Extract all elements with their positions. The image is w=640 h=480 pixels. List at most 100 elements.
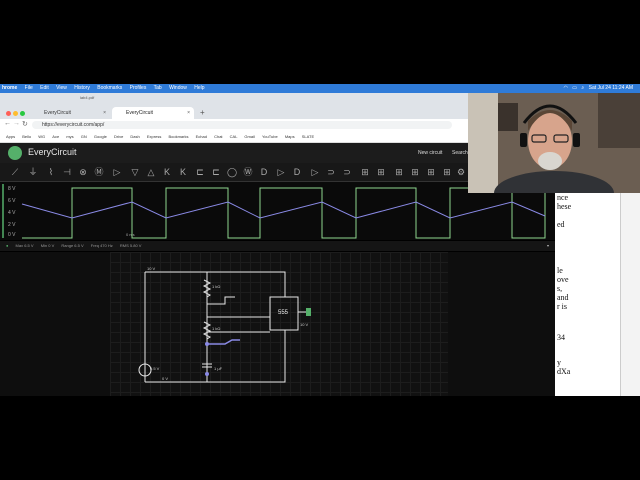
not-gate-tool-icon[interactable]: ▷ bbox=[310, 167, 320, 177]
mosfet-tool-icon[interactable]: ⊏ bbox=[195, 167, 205, 177]
scope-min: Min 0 V bbox=[40, 243, 55, 248]
menu-tab[interactable]: Tab bbox=[154, 85, 162, 91]
bookmark-item[interactable]: Apps bbox=[6, 134, 15, 139]
zoom-window-icon[interactable] bbox=[20, 111, 25, 116]
browser-tab[interactable]: EveryCircuit × bbox=[30, 107, 110, 119]
menu-edit[interactable]: Edit bbox=[40, 85, 49, 91]
bookmark-item[interactable]: Bello bbox=[22, 134, 31, 139]
bookmark-item[interactable]: WG bbox=[38, 134, 45, 139]
menu-profiles[interactable]: Profiles bbox=[130, 85, 147, 91]
clock-tool-icon[interactable]: ◯ bbox=[227, 167, 237, 177]
square-wave-trace bbox=[22, 187, 546, 239]
circuit-canvas[interactable]: 10 V 0 V 1 kΩ 1 kΩ 1 µF 555 10 V 0.5 V bbox=[110, 252, 448, 396]
resistor-tool-icon[interactable]: ⌇ bbox=[46, 167, 56, 177]
battery-tool-icon[interactable]: ⊣ bbox=[62, 167, 72, 177]
menu-help[interactable]: Help bbox=[194, 85, 204, 91]
buffer-tool-icon[interactable]: ▷ bbox=[276, 167, 286, 177]
chip4-tool-icon[interactable]: ⊞ bbox=[442, 167, 452, 177]
bookmark-item[interactable]: Express bbox=[147, 134, 161, 139]
bookmark-item[interactable]: YouTube bbox=[262, 134, 278, 139]
output-voltage-label: 10 V bbox=[300, 322, 309, 327]
bookmark-item[interactable]: Google bbox=[94, 134, 107, 139]
meter-tool-icon[interactable]: Ⓜ bbox=[94, 167, 104, 177]
new-tab-icon[interactable]: + bbox=[200, 107, 205, 119]
wifi-icon[interactable]: ◠ bbox=[564, 85, 568, 91]
menu-history[interactable]: History bbox=[74, 85, 90, 91]
bookmark-item[interactable]: CAL bbox=[230, 134, 238, 139]
transistor-tool-icon[interactable]: K bbox=[162, 167, 172, 177]
bookmark-item[interactable]: mys bbox=[66, 134, 73, 139]
chip-tool-icon[interactable]: ⊞ bbox=[394, 167, 404, 177]
canvas-margin-left bbox=[0, 252, 110, 396]
node-marker bbox=[205, 372, 209, 376]
and-gate-tool-icon[interactable]: D bbox=[292, 167, 302, 177]
or-gate-tool-icon[interactable]: ⊃ bbox=[326, 167, 336, 177]
browser-tab-active[interactable]: EveryCircuit × bbox=[112, 107, 194, 119]
wire-tool-icon[interactable]: ⟋ bbox=[10, 167, 20, 177]
close-tab-icon[interactable]: × bbox=[187, 107, 190, 119]
bookmark-item[interactable]: Gmail bbox=[244, 134, 254, 139]
menu-file[interactable]: File bbox=[25, 85, 33, 91]
menu-app-name[interactable]: hrome bbox=[2, 85, 17, 91]
counter-tool-icon[interactable]: ⊞ bbox=[376, 167, 386, 177]
doc-text: ed bbox=[557, 220, 565, 229]
close-tab-icon[interactable]: × bbox=[103, 107, 106, 119]
menu-window[interactable]: Window bbox=[169, 85, 187, 91]
tab-label: EveryCircuit bbox=[126, 110, 153, 116]
ic-label: 555 bbox=[278, 310, 289, 316]
mosfet2-tool-icon[interactable]: ⊏ bbox=[211, 167, 221, 177]
close-window-icon[interactable] bbox=[6, 111, 11, 116]
battery-icon[interactable]: ▭ bbox=[572, 85, 577, 91]
chip2-tool-icon[interactable]: ⊞ bbox=[410, 167, 420, 177]
triangle-wave-trace bbox=[21, 201, 546, 219]
status-dot-icon: ● bbox=[6, 243, 9, 248]
search-button[interactable]: Search bbox=[452, 150, 468, 156]
source-tool-icon[interactable]: ⊗ bbox=[78, 167, 88, 177]
app-title[interactable]: EveryCircuit bbox=[28, 147, 77, 157]
triangle-tool-icon[interactable]: △ bbox=[146, 167, 156, 177]
bookmark-item[interactable]: SLATE bbox=[302, 134, 314, 139]
url-input[interactable]: https://everycircuit.com/app/ bbox=[32, 121, 452, 129]
flipflop-tool-icon[interactable]: ⊞ bbox=[360, 167, 370, 177]
pdf-scrollbar[interactable] bbox=[620, 193, 640, 396]
new-circuit-button[interactable]: New circuit bbox=[418, 150, 442, 156]
led-tool-icon[interactable]: ▽ bbox=[130, 167, 140, 177]
gear-icon[interactable]: ⚙ bbox=[456, 167, 466, 177]
ac-source-tool-icon[interactable]: Ⓦ bbox=[243, 167, 253, 177]
bookmark-item[interactable]: Bookmarks bbox=[168, 134, 188, 139]
collapse-chevron-icon[interactable]: ▾ bbox=[547, 241, 549, 251]
doc-text: ove bbox=[557, 275, 569, 284]
window-title: lab4.pdf bbox=[80, 95, 95, 100]
bookmark-item[interactable]: Dash bbox=[130, 134, 139, 139]
ground-tool-icon[interactable]: ⏚ bbox=[28, 167, 38, 177]
bookmark-item[interactable]: Maps bbox=[285, 134, 295, 139]
app-header: EveryCircuit New circuit Search bbox=[0, 143, 468, 163]
bookmark-item[interactable]: Echad bbox=[196, 134, 207, 139]
ground-rail bbox=[145, 330, 286, 383]
menu-bookmarks[interactable]: Bookmarks bbox=[97, 85, 122, 91]
bookmark-item[interactable]: GN bbox=[81, 134, 87, 139]
d-gate-tool-icon[interactable]: D bbox=[259, 167, 269, 177]
menubar-clock[interactable]: Sat Jul 24 11:24 AM bbox=[589, 85, 633, 91]
search-icon[interactable]: ⌕ bbox=[581, 85, 584, 91]
transistor2-tool-icon[interactable]: K bbox=[178, 167, 188, 177]
bookmark-item[interactable]: Drive bbox=[114, 134, 123, 139]
reload-icon[interactable]: ↻ bbox=[22, 120, 28, 128]
component-toolbar: ⟋ ⏚ ⌇ ⊣ ⊗ Ⓜ ▷ ▽ △ K K ⊏ ⊏ ◯ Ⓦ D ▷ D ▷ ⊃ … bbox=[0, 163, 468, 182]
back-icon[interactable]: ← bbox=[4, 120, 11, 127]
diode-tool-icon[interactable]: ▷ bbox=[112, 167, 122, 177]
everycircuit-logo-icon[interactable] bbox=[8, 146, 22, 160]
tab-label: EveryCircuit bbox=[44, 110, 71, 116]
chip3-tool-icon[interactable]: ⊞ bbox=[426, 167, 436, 177]
forward-icon[interactable]: → bbox=[13, 120, 20, 127]
cap-label: 1 µF bbox=[214, 366, 223, 371]
supply-label: 10 V bbox=[147, 266, 156, 271]
bookmark-item[interactable]: Ace bbox=[52, 134, 59, 139]
macos-menu-bar: hrome File Edit View History Bookmarks P… bbox=[0, 84, 640, 93]
xor-gate-tool-icon[interactable]: ⊃ bbox=[342, 167, 352, 177]
minimize-window-icon[interactable] bbox=[13, 111, 18, 116]
bookmark-item[interactable]: Chat bbox=[214, 134, 222, 139]
circuit-schematic bbox=[138, 271, 311, 383]
scope-freq: Freq 470 Hz bbox=[90, 243, 113, 248]
menu-view[interactable]: View bbox=[56, 85, 67, 91]
